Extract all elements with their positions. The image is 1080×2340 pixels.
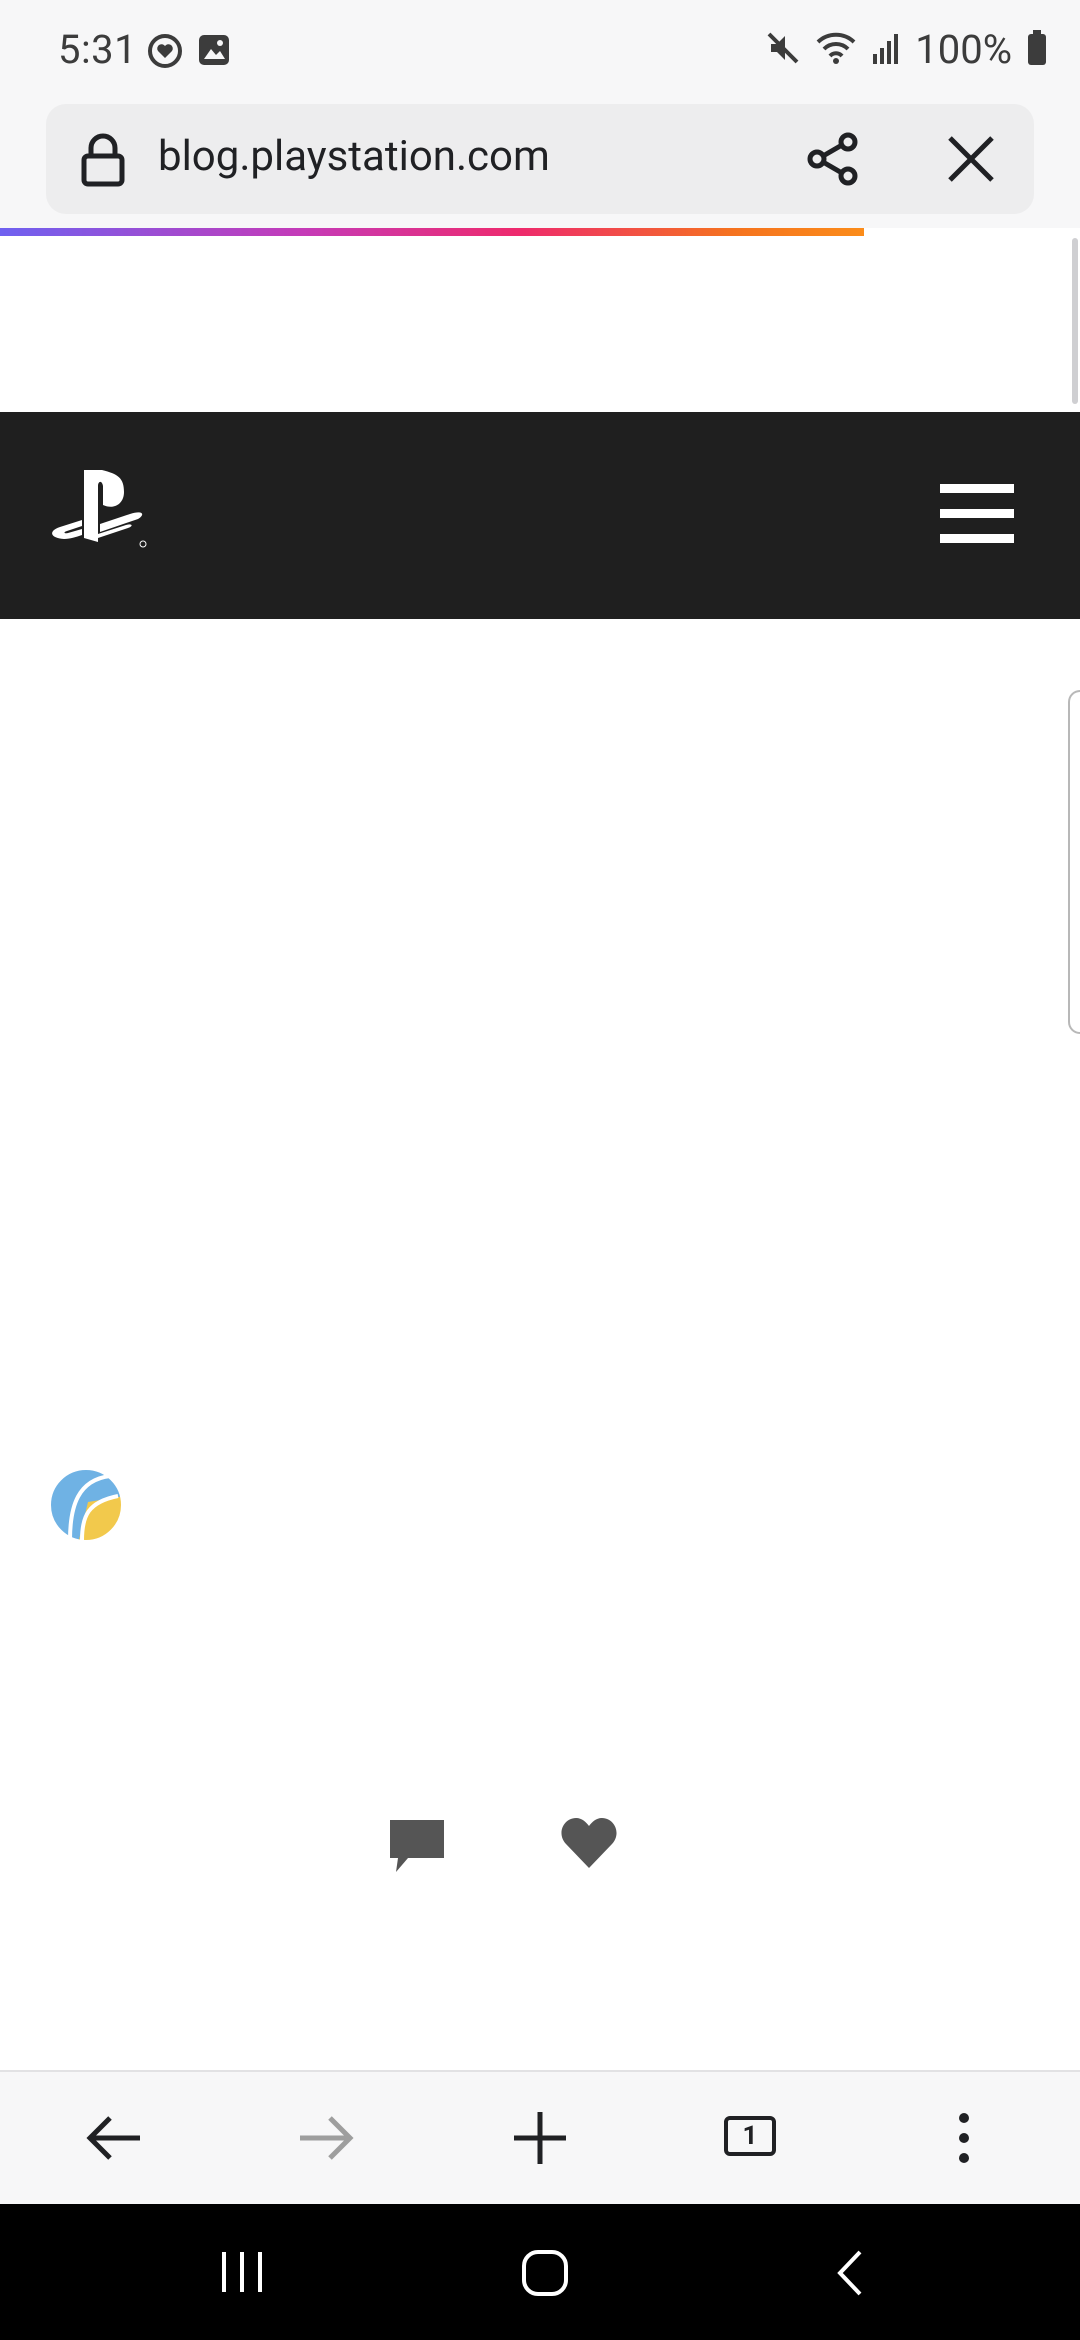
status-system-icons: 100% [765, 26, 1048, 73]
side-feedback-tab[interactable] [1068, 690, 1080, 1034]
system-back-icon[interactable] [830, 2248, 870, 2302]
recents-icon[interactable] [218, 2248, 268, 2300]
share-icon[interactable] [804, 130, 862, 192]
lock-icon[interactable] [78, 132, 128, 192]
tab-count: 1 [724, 2116, 776, 2156]
menu-icon[interactable] [940, 482, 1014, 550]
browser-bottom-toolbar: 1 [0, 2070, 1080, 2206]
battery-percent: 100% [915, 26, 1012, 73]
status-bar: 5:31 100% [0, 0, 1080, 100]
system-navigation-bar [0, 2204, 1080, 2340]
gallery-icon [196, 32, 232, 74]
signal-icon [871, 30, 901, 70]
url-text[interactable]: blog.playstation.com [158, 132, 550, 181]
status-time: 5:31 [58, 26, 138, 73]
browser-toolbar: blog.playstation.com [0, 100, 1080, 228]
comment-icon[interactable] [388, 1818, 448, 1878]
site-header [0, 412, 1080, 619]
home-icon[interactable] [520, 2248, 570, 2302]
health-icon [146, 32, 184, 74]
forward-icon[interactable] [296, 2108, 356, 2172]
mute-icon [765, 30, 801, 70]
more-icon[interactable] [954, 2108, 974, 2172]
wifi-icon [815, 30, 857, 70]
heart-icon[interactable] [560, 1816, 618, 1874]
page-scrollbar[interactable] [1072, 238, 1078, 404]
status-notification-icons [146, 32, 232, 74]
page-load-progress-bar [0, 228, 864, 236]
author-avatar[interactable] [48, 1466, 124, 1548]
battery-icon [1026, 29, 1048, 71]
new-tab-icon[interactable] [512, 2108, 568, 2172]
address-bar[interactable]: blog.playstation.com [46, 104, 1034, 214]
tabs-icon[interactable]: 1 [724, 2116, 780, 2160]
playstation-logo-icon[interactable] [46, 466, 150, 554]
back-icon[interactable] [84, 2108, 144, 2172]
close-icon[interactable] [946, 134, 996, 188]
